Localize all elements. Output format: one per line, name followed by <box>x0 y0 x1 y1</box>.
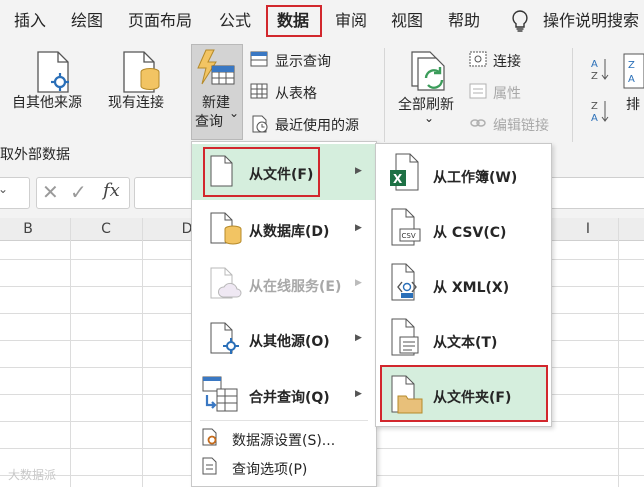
data-source-settings-icon <box>201 428 219 450</box>
excel-workbook-icon: X <box>388 152 422 196</box>
text-file-icon <box>388 317 422 361</box>
from-table-button[interactable]: 从表格 <box>275 83 317 103</box>
submenu-arrow-icon: ▶ <box>355 389 362 399</box>
folder-icon <box>388 374 426 420</box>
existing-connections-icon[interactable] <box>120 50 164 98</box>
ribbon-separator <box>384 48 385 142</box>
show-queries-icon <box>250 51 268 71</box>
column-header-i[interactable]: I <box>578 218 598 240</box>
refresh-all-caret: ⌄ <box>424 111 435 125</box>
tab-insert[interactable]: 插入 <box>14 0 46 42</box>
query-options-icon <box>201 457 219 479</box>
query-options-item[interactable]: 查询选项(P) <box>232 459 307 479</box>
sort-a-z-icon[interactable]: AZ <box>590 56 610 86</box>
from-file-submenu: X 从工作簿(W) CSV 从 CSV(C) 从 XML(X) 从文本(T) 从… <box>375 143 552 427</box>
file-icon <box>209 155 233 191</box>
sort-button-label[interactable]: 排 <box>626 94 640 114</box>
other-sources-icon <box>209 322 243 360</box>
menu-item-label: 从文件(F) <box>249 167 314 183</box>
properties-button[interactable]: 属性 <box>493 83 521 103</box>
name-box-dropdown-icon[interactable]: ⌄ <box>0 182 8 196</box>
submenu-arrow-icon: ▶ <box>355 278 362 288</box>
svg-text:A: A <box>591 113 598 124</box>
svg-text:A: A <box>591 59 598 70</box>
table-icon <box>250 83 268 103</box>
submenu-item-label: 从文件夹(F) <box>433 390 512 406</box>
properties-icon <box>469 83 487 103</box>
edit-links-icon <box>469 115 487 135</box>
menu-separator <box>200 420 368 421</box>
refresh-all-icon[interactable] <box>408 50 452 96</box>
submenu-arrow-icon: ▶ <box>355 333 362 343</box>
column-header-c[interactable]: C <box>70 218 142 240</box>
lightbulb-icon[interactable] <box>511 10 529 36</box>
tab-formulas[interactable]: 公式 <box>219 0 251 42</box>
svg-text:Z: Z <box>628 60 635 71</box>
cancel-icon[interactable]: ✕ <box>42 180 59 204</box>
submenu-item-from-csv[interactable]: 从 CSV(C) <box>433 222 506 242</box>
svg-text:Z: Z <box>591 71 598 82</box>
submenu-arrow-icon: ▶ <box>355 166 362 176</box>
new-query-label-2: 查询 <box>195 114 223 130</box>
database-icon <box>209 212 243 250</box>
sort-dialog-icon[interactable]: ZA <box>622 52 644 96</box>
edit-links-button[interactable]: 编辑链接 <box>493 115 549 135</box>
get-external-data-group-label: 获取外部数据 <box>0 147 70 163</box>
column-header-b[interactable]: B <box>0 218 56 240</box>
tab-view[interactable]: 视图 <box>391 0 423 42</box>
csv-icon-tag: CSV <box>402 232 416 240</box>
submenu-arrow-icon: ▶ <box>355 223 362 233</box>
menu-item-label[interactable]: 合并查询(Q) <box>249 387 330 407</box>
new-query-caret: ⌄ <box>229 106 240 120</box>
xml-icon <box>388 262 422 306</box>
from-other-sources-icon[interactable] <box>34 50 72 98</box>
from-other-sources-button[interactable]: 自其他来源 <box>12 92 82 112</box>
recent-sources-button[interactable]: 最近使用的源 <box>275 115 359 135</box>
enter-checkmark-icon[interactable]: ✓ <box>70 180 87 204</box>
tab-draw[interactable]: 绘图 <box>71 0 103 42</box>
new-query-icon <box>196 48 238 92</box>
watermark: 大数据派 <box>8 468 57 482</box>
menu-item-label[interactable]: 从在线服务(E) <box>249 276 341 296</box>
svg-text:X: X <box>393 172 403 186</box>
tab-help[interactable]: 帮助 <box>448 0 480 42</box>
submenu-item-from-workbook[interactable]: 从工作簿(W) <box>433 167 517 187</box>
tab-page-layout[interactable]: 页面布局 <box>128 0 192 42</box>
sort-z-a-icon[interactable]: ZA <box>590 98 610 128</box>
new-query-label-1: 新建 <box>202 95 230 111</box>
tab-review[interactable]: 审阅 <box>335 0 367 42</box>
tab-data-highlight-box <box>266 5 322 37</box>
data-source-settings-item[interactable]: 数据源设置(S)... <box>232 430 335 450</box>
recent-sources-icon <box>251 115 269 137</box>
csv-icon: CSV <box>388 207 422 251</box>
ribbon-tab-bar: 插入 绘图 页面布局 公式 数据 审阅 视图 帮助 操作说明搜索 <box>0 0 644 42</box>
connections-icon <box>469 51 487 71</box>
show-queries-button[interactable]: 显示查询 <box>275 51 331 71</box>
online-services-icon <box>209 267 243 305</box>
existing-connections-button[interactable]: 现有连接 <box>108 92 164 112</box>
insert-function-icon[interactable]: fx <box>103 180 120 201</box>
combine-queries-icon <box>201 375 241 419</box>
new-query-menu: 从文件(F) ▶ 从数据库(D) ▶ 从在线服务(E) ▶ 从其他源(O) ▶ … <box>191 141 377 487</box>
connections-button[interactable]: 连接 <box>493 51 521 71</box>
ribbon-separator <box>572 48 573 142</box>
svg-text:Z: Z <box>591 101 598 112</box>
submenu-item-from-text[interactable]: 从文本(T) <box>433 332 497 352</box>
menu-item-label[interactable]: 从数据库(D) <box>249 221 329 241</box>
tell-me-search[interactable]: 操作说明搜索 <box>543 0 639 42</box>
svg-text:A: A <box>628 74 635 85</box>
menu-item-label[interactable]: 从其他源(O) <box>249 331 330 351</box>
submenu-item-from-xml[interactable]: 从 XML(X) <box>433 277 509 297</box>
